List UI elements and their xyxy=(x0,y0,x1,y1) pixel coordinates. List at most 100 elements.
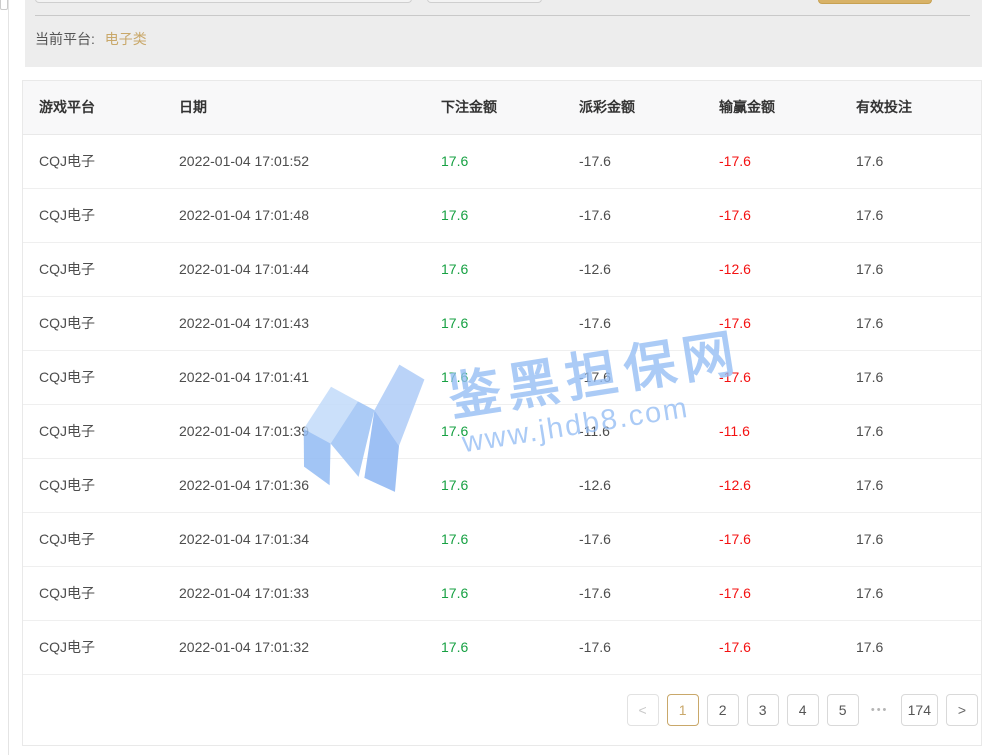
cell-platform: CQJ电子 xyxy=(23,350,163,404)
cell-platform: CQJ电子 xyxy=(23,188,163,242)
cell-platform: CQJ电子 xyxy=(23,512,163,566)
cell-valid-bet: 17.6 xyxy=(840,566,981,620)
table-row: CQJ电子2022-01-04 17:01:4817.6-17.6-17.617… xyxy=(23,188,981,242)
cell-platform: CQJ电子 xyxy=(23,404,163,458)
current-platform-row: 当前平台: 电子类 xyxy=(35,29,147,49)
table-row: CQJ电子2022-01-04 17:01:3217.6-17.6-17.617… xyxy=(23,620,981,674)
column-header: 有效投注 xyxy=(840,81,981,134)
pagination-page-4[interactable]: 4 xyxy=(787,694,819,726)
cell-bet-amount: 17.6 xyxy=(425,242,563,296)
panel-divider xyxy=(35,15,970,16)
cell-date: 2022-01-04 17:01:32 xyxy=(163,620,425,674)
pagination-page-174[interactable]: 174 xyxy=(901,694,938,726)
cell-winloss-amount: -17.6 xyxy=(703,350,840,404)
left-divider xyxy=(8,0,9,755)
cell-date: 2022-01-04 17:01:36 xyxy=(163,458,425,512)
records-table-container: 游戏平台日期下注金额派彩金额输赢金额有效投注 CQJ电子2022-01-04 1… xyxy=(22,80,982,746)
table-body: CQJ电子2022-01-04 17:01:5217.6-17.6-17.617… xyxy=(23,134,981,674)
filter-panel: 当前平台: 电子类 xyxy=(25,0,982,67)
cell-platform: CQJ电子 xyxy=(23,566,163,620)
column-header: 游戏平台 xyxy=(23,81,163,134)
cell-valid-bet: 17.6 xyxy=(840,620,981,674)
cell-valid-bet: 17.6 xyxy=(840,296,981,350)
cell-winloss-amount: -17.6 xyxy=(703,566,840,620)
cell-winloss-amount: -12.6 xyxy=(703,242,840,296)
pagination: < 12345 ••• 174 > xyxy=(23,675,981,745)
cell-payout-amount: -17.6 xyxy=(563,620,703,674)
pagination-page-3[interactable]: 3 xyxy=(747,694,779,726)
column-header: 派彩金额 xyxy=(563,81,703,134)
cell-payout-amount: -17.6 xyxy=(563,512,703,566)
table-row: CQJ电子2022-01-04 17:01:3617.6-12.6-12.617… xyxy=(23,458,981,512)
cell-bet-amount: 17.6 xyxy=(425,512,563,566)
cell-valid-bet: 17.6 xyxy=(840,404,981,458)
cell-payout-amount: -12.6 xyxy=(563,458,703,512)
cell-date: 2022-01-04 17:01:41 xyxy=(163,350,425,404)
cell-bet-amount: 17.6 xyxy=(425,620,563,674)
pagination-prev-button[interactable]: < xyxy=(627,694,659,726)
column-header: 输赢金额 xyxy=(703,81,840,134)
cell-payout-amount: -11.6 xyxy=(563,404,703,458)
table-row: CQJ电子2022-01-04 17:01:3317.6-17.6-17.617… xyxy=(23,566,981,620)
cell-date: 2022-01-04 17:01:39 xyxy=(163,404,425,458)
cell-winloss-amount: -17.6 xyxy=(703,188,840,242)
cell-winloss-amount: -17.6 xyxy=(703,296,840,350)
cell-payout-amount: -17.6 xyxy=(563,296,703,350)
cell-bet-amount: 17.6 xyxy=(425,458,563,512)
cell-winloss-amount: -17.6 xyxy=(703,620,840,674)
cell-date: 2022-01-04 17:01:44 xyxy=(163,242,425,296)
cell-bet-amount: 17.6 xyxy=(425,134,563,188)
table-row: CQJ电子2022-01-04 17:01:4417.6-12.6-12.617… xyxy=(23,242,981,296)
bet-records-page: 当前平台: 电子类 游戏平台日期下注金额派彩金额输赢金额有效投注 CQJ电子20… xyxy=(0,0,997,755)
cell-valid-bet: 17.6 xyxy=(840,188,981,242)
table-header-row: 游戏平台日期下注金额派彩金额输赢金额有效投注 xyxy=(23,81,981,134)
cell-valid-bet: 17.6 xyxy=(840,458,981,512)
pagination-page-1[interactable]: 1 xyxy=(667,694,699,726)
cutoff-element-fragment xyxy=(0,0,8,10)
cell-bet-amount: 17.6 xyxy=(425,566,563,620)
column-header: 日期 xyxy=(163,81,425,134)
pagination-page-5[interactable]: 5 xyxy=(827,694,859,726)
table-row: CQJ电子2022-01-04 17:01:4317.6-17.6-17.617… xyxy=(23,296,981,350)
cell-payout-amount: -17.6 xyxy=(563,134,703,188)
cell-date: 2022-01-04 17:01:48 xyxy=(163,188,425,242)
cell-valid-bet: 17.6 xyxy=(840,242,981,296)
table-row: CQJ电子2022-01-04 17:01:3917.6-11.6-11.617… xyxy=(23,404,981,458)
cell-winloss-amount: -11.6 xyxy=(703,404,840,458)
cell-payout-amount: -17.6 xyxy=(563,350,703,404)
pagination-ellipsis[interactable]: ••• xyxy=(867,704,893,716)
cell-date: 2022-01-04 17:01:52 xyxy=(163,134,425,188)
cell-winloss-amount: -12.6 xyxy=(703,458,840,512)
cell-payout-amount: -17.6 xyxy=(563,188,703,242)
pagination-page-2[interactable]: 2 xyxy=(707,694,739,726)
cell-valid-bet: 17.6 xyxy=(840,350,981,404)
filter-input-fragment[interactable] xyxy=(427,0,542,3)
cell-valid-bet: 17.6 xyxy=(840,134,981,188)
cell-platform: CQJ电子 xyxy=(23,458,163,512)
cell-platform: CQJ电子 xyxy=(23,134,163,188)
records-table: 游戏平台日期下注金额派彩金额输赢金额有效投注 CQJ电子2022-01-04 1… xyxy=(23,81,981,675)
cell-bet-amount: 17.6 xyxy=(425,404,563,458)
date-range-input-fragment[interactable] xyxy=(35,0,412,3)
cell-date: 2022-01-04 17:01:33 xyxy=(163,566,425,620)
cell-bet-amount: 17.6 xyxy=(425,188,563,242)
search-button-fragment[interactable] xyxy=(818,0,932,4)
table-row: CQJ电子2022-01-04 17:01:5217.6-17.6-17.617… xyxy=(23,134,981,188)
cell-date: 2022-01-04 17:01:34 xyxy=(163,512,425,566)
cell-bet-amount: 17.6 xyxy=(425,350,563,404)
table-row: CQJ电子2022-01-04 17:01:3417.6-17.6-17.617… xyxy=(23,512,981,566)
cell-valid-bet: 17.6 xyxy=(840,512,981,566)
cell-platform: CQJ电子 xyxy=(23,242,163,296)
cell-platform: CQJ电子 xyxy=(23,296,163,350)
cell-payout-amount: -17.6 xyxy=(563,566,703,620)
cell-winloss-amount: -17.6 xyxy=(703,512,840,566)
table-row: CQJ电子2022-01-04 17:01:4117.6-17.6-17.617… xyxy=(23,350,981,404)
pagination-next-button[interactable]: > xyxy=(946,694,978,726)
current-platform-label: 当前平台: xyxy=(35,31,95,47)
cell-bet-amount: 17.6 xyxy=(425,296,563,350)
cell-date: 2022-01-04 17:01:43 xyxy=(163,296,425,350)
current-platform-value[interactable]: 电子类 xyxy=(105,31,147,47)
column-header: 下注金额 xyxy=(425,81,563,134)
cell-platform: CQJ电子 xyxy=(23,620,163,674)
cell-payout-amount: -12.6 xyxy=(563,242,703,296)
